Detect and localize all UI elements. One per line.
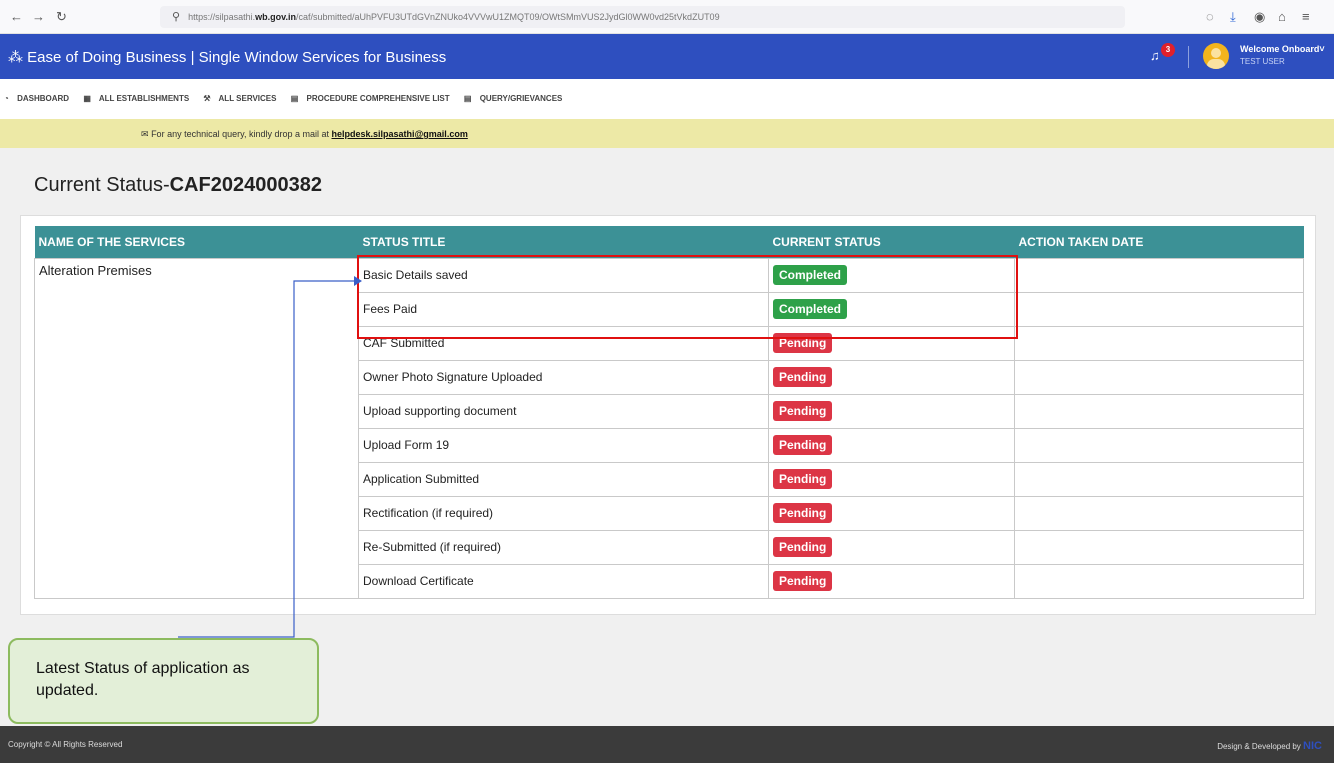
status-title-cell: Upload supporting document xyxy=(358,393,769,429)
download-icon[interactable]: ⤓ xyxy=(1230,9,1236,25)
nav-all-services[interactable]: ⚒ ALL SERVICES xyxy=(203,94,282,103)
avatar[interactable] xyxy=(1203,43,1229,69)
app-title-text: Ease of Doing Business | Single Window S… xyxy=(27,49,447,66)
app-header: ⁂ Ease of Doing Business | Single Window… xyxy=(0,34,1334,79)
callout-note: Latest Status of application as updated. xyxy=(8,638,319,724)
nav-services-label: ALL SERVICES xyxy=(218,94,277,103)
current-status-cell: Pending xyxy=(768,461,1015,497)
action-date-cell xyxy=(1014,325,1304,361)
callout-text: Latest Status of application as updated. xyxy=(36,660,250,699)
status-title-cell: Download Certificate xyxy=(358,563,769,599)
status-title-cell: Upload Form 19 xyxy=(358,427,769,463)
header-divider xyxy=(1188,46,1189,68)
status-badge: Pending xyxy=(773,401,833,421)
welcome-dropdown[interactable]: Welcome Onboard˅ xyxy=(1240,44,1325,54)
col-header-current-status: CURRENT STATUS xyxy=(768,226,1015,258)
action-date-cell xyxy=(1014,461,1304,497)
nav-query-label: QUERY/GRIEVANCES xyxy=(479,94,563,103)
developer-credit: Design & Developed by NIC xyxy=(1217,740,1322,752)
current-status-cell: Pending xyxy=(768,495,1015,531)
current-status-cell: Pending xyxy=(768,427,1015,463)
bell-icon[interactable]: ♫ xyxy=(1150,48,1160,63)
url-prefix: https://silpasathi. xyxy=(188,12,256,22)
helpdesk-email-link[interactable]: helpdesk.silpasathi@gmail.com xyxy=(332,129,468,139)
current-status-cell: Pending xyxy=(768,393,1015,429)
nav-all-establishments[interactable]: ▦ ALL ESTABLISHMENTS xyxy=(83,94,195,103)
people-icon: ⁂ xyxy=(8,49,23,66)
status-badge: Pending xyxy=(773,571,833,591)
reload-icon[interactable]: ↻ xyxy=(56,9,67,25)
browser-toolbar: ← → ↻ ⚲ https://silpasathi.wb.gov.in/caf/… xyxy=(0,0,1334,34)
caret-down-icon: ˅ xyxy=(1319,44,1325,54)
back-icon[interactable]: ← xyxy=(10,9,23,24)
pocket-icon[interactable]: ◌ xyxy=(1206,9,1214,24)
action-date-cell xyxy=(1014,427,1304,463)
current-status-cell: Pending xyxy=(768,563,1015,599)
action-date-cell xyxy=(1014,257,1304,293)
action-date-cell xyxy=(1014,563,1304,599)
nic-logo: NIC xyxy=(1303,740,1322,752)
nav-procedure-list[interactable]: ▤ PROCEDURE COMPREHENSIVE LIST xyxy=(291,94,456,103)
current-status-cell: Pending xyxy=(768,359,1015,395)
highlight-box xyxy=(357,255,1018,339)
copyright-text: Copyright © All Rights Reserved xyxy=(8,740,123,749)
welcome-text: Welcome Onboard xyxy=(1240,44,1320,54)
action-date-cell xyxy=(1014,393,1304,429)
account-icon[interactable]: ◉ xyxy=(1254,9,1265,25)
nav-query-grievances[interactable]: ▤ QUERY/GRIEVANCES xyxy=(464,94,568,103)
status-badge: Pending xyxy=(773,537,833,557)
col-header-action-date: ACTION TAKEN DATE xyxy=(1014,226,1304,258)
col-header-status-title: STATUS TITLE xyxy=(358,226,769,258)
action-date-cell xyxy=(1014,359,1304,395)
building-icon: ▦ xyxy=(83,94,91,103)
nav-procedure-label: PROCEDURE COMPREHENSIVE LIST xyxy=(306,94,450,103)
status-badge: Pending xyxy=(773,503,833,523)
status-title-cell: Re-Submitted (if required) xyxy=(358,529,769,565)
action-date-cell xyxy=(1014,529,1304,565)
menu-icon[interactable]: ≡ xyxy=(1302,9,1310,24)
nav-dashboard-label: DASHBOARD xyxy=(17,94,70,103)
address-bar[interactable]: ⚲ https://silpasathi.wb.gov.in/caf/submit… xyxy=(160,6,1125,28)
search-icon: ⚲ xyxy=(172,11,181,23)
list-icon: ▤ xyxy=(290,94,299,103)
url-path: /caf/submitted/aUhPVFU3UTdGVnZNUko4VVVwU… xyxy=(295,12,720,22)
list-icon: ▤ xyxy=(463,94,472,103)
table-header-row: NAME OF THE SERVICES STATUS TITLE CURREN… xyxy=(34,226,1304,258)
mail-icon: ✉ xyxy=(141,129,149,139)
user-name: TEST USER xyxy=(1240,57,1285,66)
status-badge: Pending xyxy=(773,469,833,489)
extensions-icon[interactable]: ⌂ xyxy=(1278,9,1286,24)
notice-bar: ✉ For any technical query, kindly drop a… xyxy=(0,119,1334,148)
status-badge: Pending xyxy=(773,435,833,455)
caf-id: CAF2024000382 xyxy=(169,174,322,196)
service-name-cell: Alteration Premises xyxy=(34,257,359,599)
page-title-prefix: Current Status- xyxy=(34,174,170,196)
developer-text: Design & Developed by xyxy=(1217,742,1301,751)
notice-text: For any technical query, kindly drop a m… xyxy=(151,129,329,139)
status-badge: Pending xyxy=(773,367,833,387)
forward-icon[interactable]: → xyxy=(32,9,45,24)
notification-badge: 3 xyxy=(1161,43,1175,57)
url-domain: wb.gov.in xyxy=(255,12,296,22)
action-date-cell xyxy=(1014,291,1304,327)
status-title-cell: Application Submitted xyxy=(358,461,769,497)
status-title-cell: Rectification (if required) xyxy=(358,495,769,531)
nav-dashboard[interactable]: ◔ DASHBOARD xyxy=(4,94,75,103)
current-status-cell: Pending xyxy=(768,529,1015,565)
col-header-services: NAME OF THE SERVICES xyxy=(34,226,359,258)
nav-establishments-label: ALL ESTABLISHMENTS xyxy=(98,94,190,103)
app-title[interactable]: ⁂ Ease of Doing Business | Single Window… xyxy=(8,48,446,66)
dashboard-icon: ◔ xyxy=(4,94,9,103)
action-date-cell xyxy=(1014,495,1304,531)
main-nav: ◔ DASHBOARD ▦ ALL ESTABLISHMENTS ⚒ ALL S… xyxy=(0,79,1334,119)
status-title-cell: Owner Photo Signature Uploaded xyxy=(358,359,769,395)
page-title: Current Status-CAF2024000382 xyxy=(34,174,322,197)
wrench-icon: ⚒ xyxy=(203,94,211,103)
footer: Copyright © All Rights Reserved Design &… xyxy=(0,726,1334,763)
